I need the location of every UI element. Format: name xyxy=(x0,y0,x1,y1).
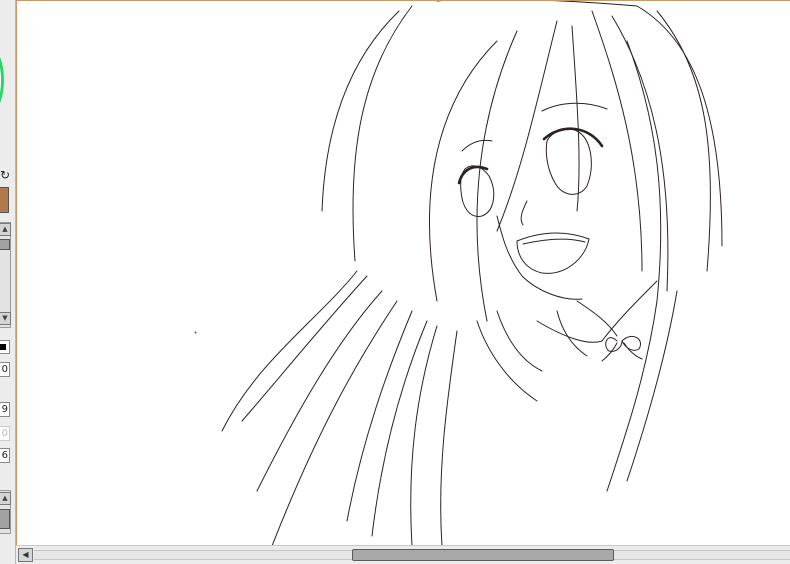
secondary-color-fill xyxy=(0,344,6,350)
horizontal-scroll-thumb[interactable] xyxy=(352,549,614,561)
swap-colors-icon[interactable]: ↻ xyxy=(0,168,10,182)
value-field-3: 0 xyxy=(0,426,10,441)
value-field-4[interactable]: 6 xyxy=(0,448,10,463)
up-arrow-icon[interactable]: ▲ xyxy=(0,223,11,236)
tool-panel: ↻ ▲ ▼ 0 9 0 6 ▲ xyxy=(0,0,16,564)
down-arrow-icon[interactable]: ▼ xyxy=(0,312,11,325)
brush-list-scroll-thumb[interactable] xyxy=(0,239,10,250)
drawing-canvas[interactable] xyxy=(16,0,790,545)
value-field-1[interactable]: 0 xyxy=(0,362,10,377)
layer-scroll-up-icon[interactable]: ▲ xyxy=(0,492,11,505)
secondary-color-swatch[interactable] xyxy=(0,340,10,354)
left-arrow-icon[interactable]: ◀ xyxy=(18,548,33,562)
value-field-2[interactable]: 9 xyxy=(0,402,10,417)
line-art-drawing xyxy=(194,1,723,545)
horizontal-scrollbar[interactable]: ◀ xyxy=(16,545,790,564)
color-wheel-icon[interactable] xyxy=(0,48,4,112)
primary-color-swatch[interactable] xyxy=(0,187,9,213)
layer-list-scroll-thumb[interactable] xyxy=(0,509,10,529)
